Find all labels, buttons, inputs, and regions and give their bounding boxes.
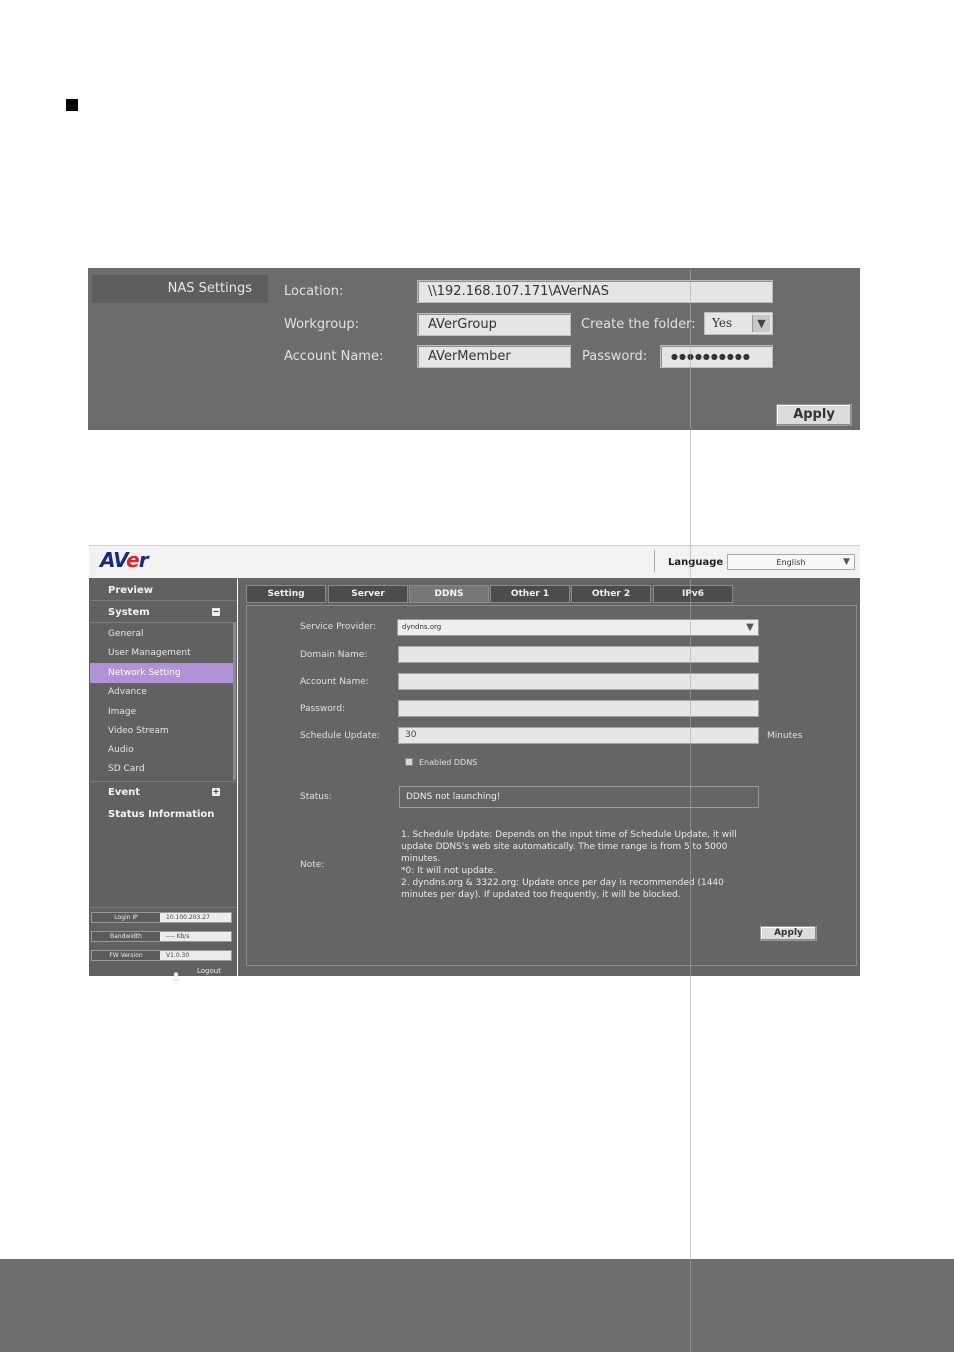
sidebar-item-video-stream[interactable]: Video Stream <box>108 726 169 736</box>
tab-ipv6[interactable]: IPv6 <box>653 585 733 603</box>
divider <box>90 781 236 782</box>
account-name-field[interactable]: AVerMember <box>417 345 571 368</box>
sidebar-item-status-information[interactable]: Status Information <box>108 809 214 820</box>
schedule-update-label: Schedule Update: <box>300 731 380 741</box>
fw-version-label: FW Version <box>92 951 160 960</box>
chevron-down-icon: ▼ <box>752 315 770 332</box>
language-label: Language <box>668 557 724 568</box>
tab-server[interactable]: Server <box>328 585 408 603</box>
schedule-update-field[interactable]: 30 <box>398 727 759 744</box>
ddns-apply-button[interactable]: Apply <box>760 926 817 941</box>
logo-text-r: r <box>138 548 149 572</box>
domain-name-label: Domain Name: <box>300 650 368 660</box>
divider <box>90 907 236 908</box>
create-folder-label: Create the folder: <box>581 317 696 332</box>
service-provider-value: dyndns.org <box>402 623 442 631</box>
tab-other-1[interactable]: Other 1 <box>490 585 570 603</box>
enable-ddns-label: Enabled DDNS <box>419 758 478 767</box>
logo-text-e: e <box>126 548 140 572</box>
sidebar-item-preview[interactable]: Preview <box>108 585 153 596</box>
sidebar-scrollbar[interactable] <box>233 622 236 780</box>
create-folder-value: Yes <box>712 316 733 330</box>
sidebar-item-audio[interactable]: Audio <box>108 745 134 755</box>
bandwidth-label: Bandwidth <box>92 932 160 941</box>
note-label: Note: <box>300 860 325 870</box>
fw-version-row: FW Version V1.0.30 <box>91 950 232 961</box>
sidebar-item-system[interactable]: System <box>108 607 150 618</box>
bullet-marker <box>66 99 78 111</box>
sidebar-item-user-management[interactable]: User Management <box>108 648 191 658</box>
minutes-label: Minutes <box>767 731 803 741</box>
location-field[interactable]: \\192.168.107.171\AVerNAS <box>417 280 773 303</box>
nas-settings-header: NAS Settings <box>92 275 268 303</box>
login-ip-row: Login IP 10.100.203.27 <box>91 912 232 923</box>
workgroup-field[interactable]: AVerGroup <box>417 313 571 336</box>
logout-link[interactable]: Logout <box>197 967 221 975</box>
bandwidth-row: Bandwidth ---- Kb/s <box>91 931 232 942</box>
chevron-down-icon: ▼ <box>746 622 754 633</box>
sidebar-item-event[interactable]: Event <box>108 787 140 798</box>
password-label: Password: <box>582 349 648 364</box>
login-ip-value: 10.100.203.27 <box>166 914 210 921</box>
fw-version-value: V1.0.30 <box>166 952 190 959</box>
expand-icon[interactable]: + <box>212 788 220 796</box>
language-value: English <box>776 558 806 567</box>
user-icon <box>172 966 180 981</box>
service-provider-select[interactable]: dyndns.org ▼ <box>397 619 759 636</box>
create-folder-select[interactable]: Yes ▼ <box>704 312 773 335</box>
sidebar-item-image[interactable]: Image <box>108 707 136 717</box>
ddns-password-label: Password: <box>300 704 346 714</box>
divider <box>654 550 655 572</box>
login-ip-label: Login IP <box>92 913 160 922</box>
status-box: DDNS not launching! <box>399 786 759 808</box>
domain-name-field[interactable] <box>398 646 759 663</box>
aver-logo: AVer <box>100 548 149 572</box>
bandwidth-value: ---- Kb/s <box>166 933 190 940</box>
workgroup-label: Workgroup: <box>284 317 360 332</box>
note-text: 1. Schedule Update: Depends on the input… <box>401 830 737 900</box>
account-name-label: Account Name: <box>284 349 384 364</box>
sidebar-item-sd-card[interactable]: SD Card <box>108 764 145 774</box>
divider <box>90 622 236 623</box>
language-select[interactable]: English ▼ <box>727 554 855 570</box>
sidebar-item-advance[interactable]: Advance <box>108 687 147 697</box>
sidebar-item-network-setting[interactable]: Network Setting <box>108 668 181 678</box>
chevron-down-icon: ▼ <box>843 557 850 567</box>
collapse-icon[interactable]: − <box>212 608 220 616</box>
logo-text-av: AV <box>100 548 127 572</box>
password-field[interactable]: ●●●●●●●●●● <box>660 345 773 368</box>
ddns-account-name-field[interactable] <box>398 673 759 690</box>
ddns-account-name-label: Account Name: <box>300 677 369 687</box>
location-label: Location: <box>284 284 344 299</box>
nas-apply-button[interactable]: Apply <box>776 404 852 426</box>
divider <box>90 600 236 601</box>
enable-ddns-checkbox[interactable] <box>405 758 413 766</box>
tab-ddns[interactable]: DDNS <box>409 585 489 603</box>
service-provider-label: Service Provider: <box>300 622 377 632</box>
page-footer-band <box>0 1259 954 1352</box>
tab-other-2[interactable]: Other 2 <box>571 585 651 603</box>
tab-setting[interactable]: Setting <box>246 585 326 603</box>
ddns-password-field[interactable] <box>398 700 759 717</box>
status-label: Status: <box>300 792 332 802</box>
sidebar-item-general[interactable]: General <box>108 629 143 639</box>
